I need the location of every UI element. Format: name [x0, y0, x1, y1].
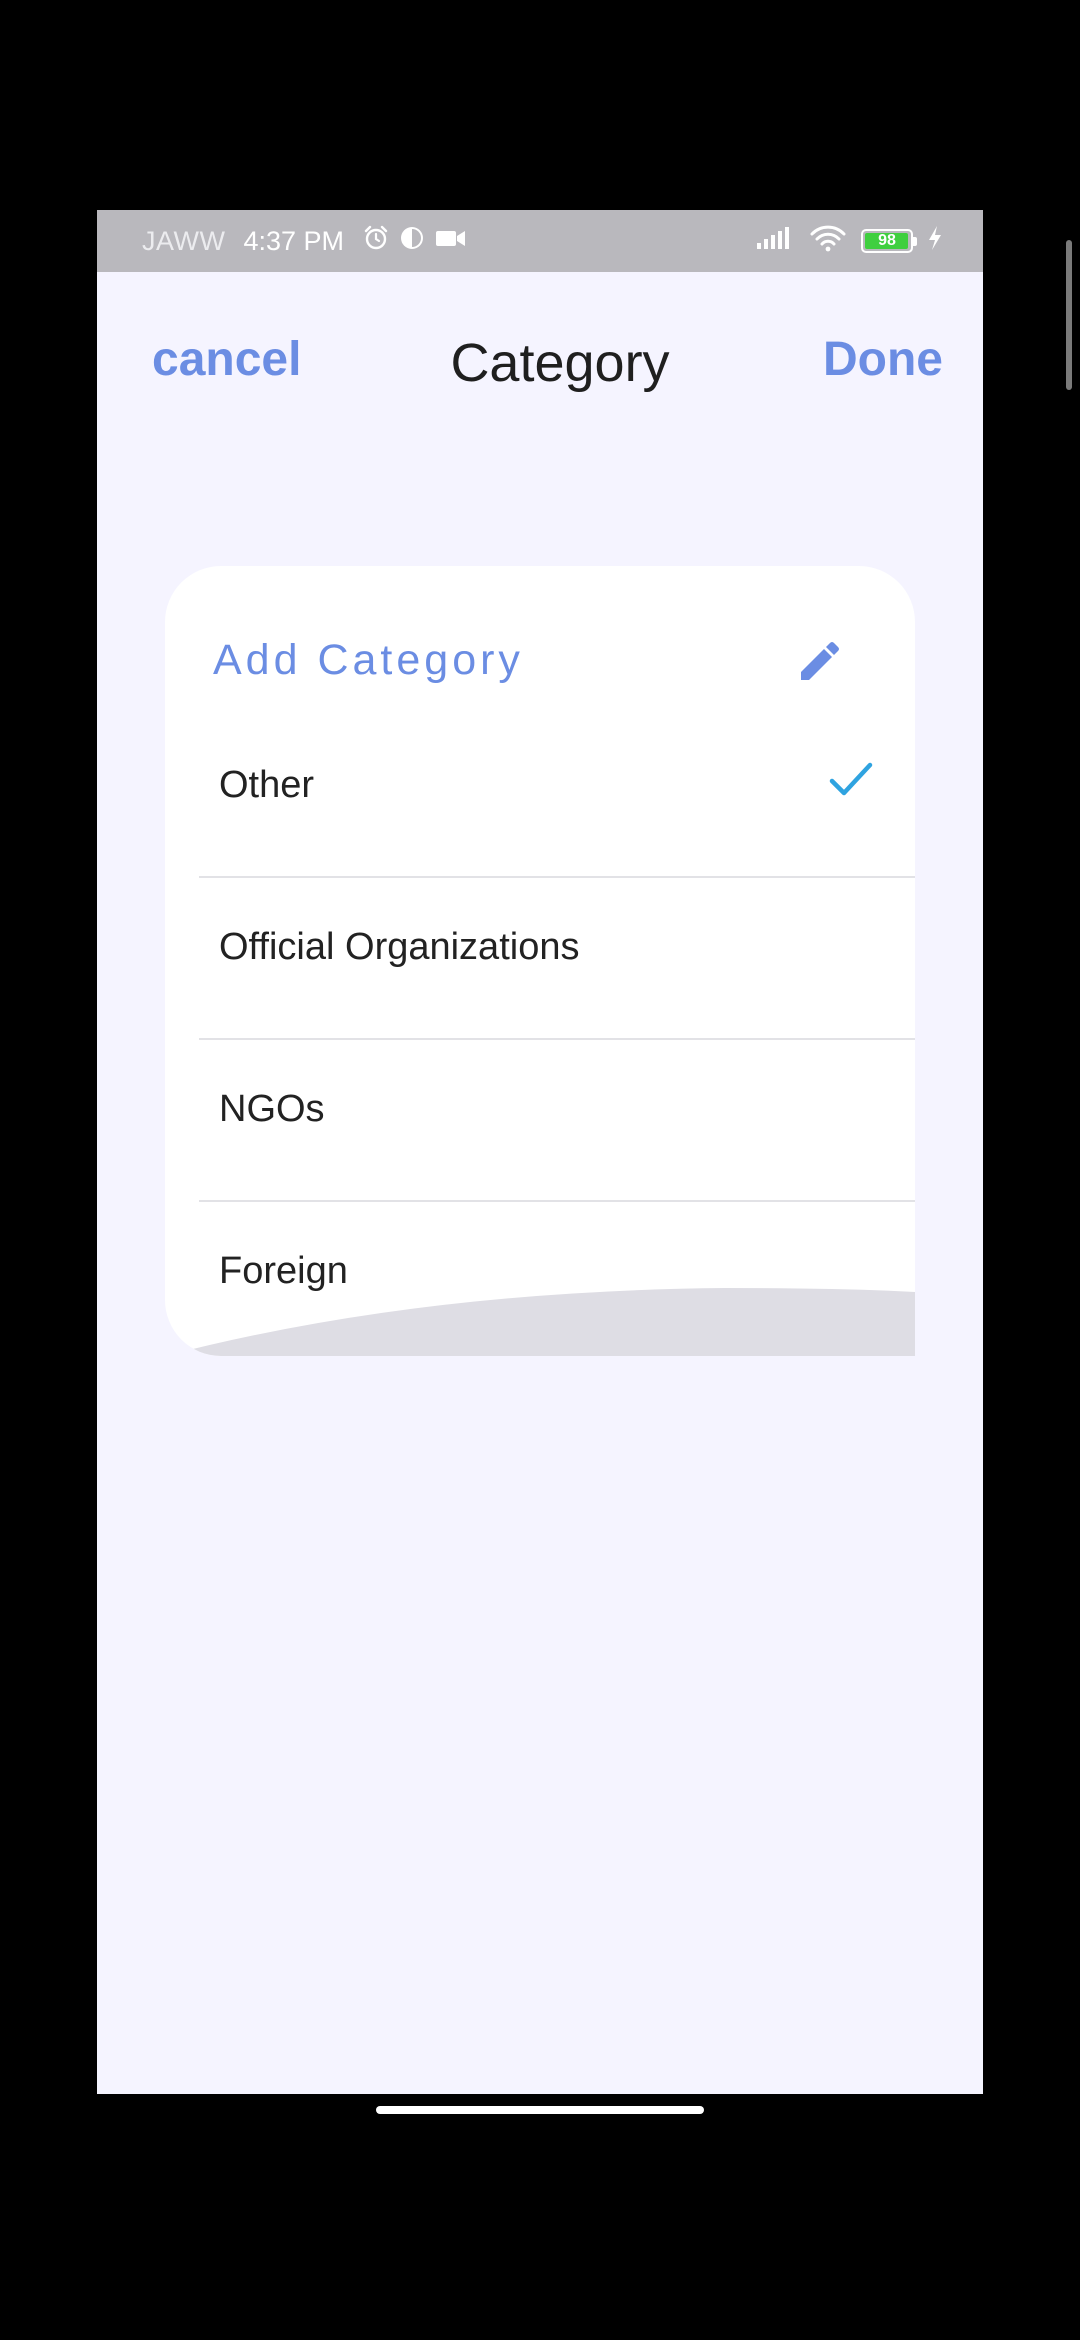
video-icon	[434, 224, 468, 259]
category-card: Add Category Other Official Organization…	[165, 566, 915, 1356]
status-right: 98	[755, 210, 943, 272]
done-button[interactable]: Done	[823, 332, 943, 387]
add-category-label: Add Category	[213, 636, 524, 684]
status-left: JAWW 4:37 PM	[142, 210, 468, 272]
data-saver-icon	[398, 224, 426, 259]
status-bar: JAWW 4:37 PM 98	[97, 210, 983, 272]
charging-icon	[927, 225, 943, 258]
category-list: Other Official Organizations NGOs Foreig…	[165, 716, 915, 1356]
home-indicator[interactable]	[376, 2106, 704, 2114]
category-label: Other	[219, 764, 315, 806]
category-label: NGOs	[219, 1088, 325, 1130]
card-bottom-wave	[165, 1288, 915, 1356]
status-time: 4:37 PM	[243, 225, 345, 256]
wifi-icon	[809, 224, 847, 259]
pencil-icon[interactable]	[795, 638, 843, 686]
carrier-name: JAWW	[142, 225, 226, 256]
battery-level: 98	[878, 232, 896, 249]
app-screen: JAWW 4:37 PM 98 cancel Category Done Add…	[97, 210, 983, 2094]
battery-tip	[913, 237, 917, 246]
list-item[interactable]: NGOs	[165, 1040, 915, 1202]
category-label: Official Organizations	[219, 926, 580, 968]
check-icon	[827, 756, 875, 804]
signal-icon	[755, 225, 795, 258]
list-item[interactable]: Other	[165, 716, 915, 878]
battery-icon: 98	[861, 229, 917, 253]
alarm-icon	[362, 224, 390, 259]
status-icons-left	[362, 224, 468, 259]
scroll-indicator	[1066, 240, 1072, 390]
list-item[interactable]: Official Organizations	[165, 878, 915, 1040]
navigation-bar: cancel Category Done	[97, 272, 983, 452]
